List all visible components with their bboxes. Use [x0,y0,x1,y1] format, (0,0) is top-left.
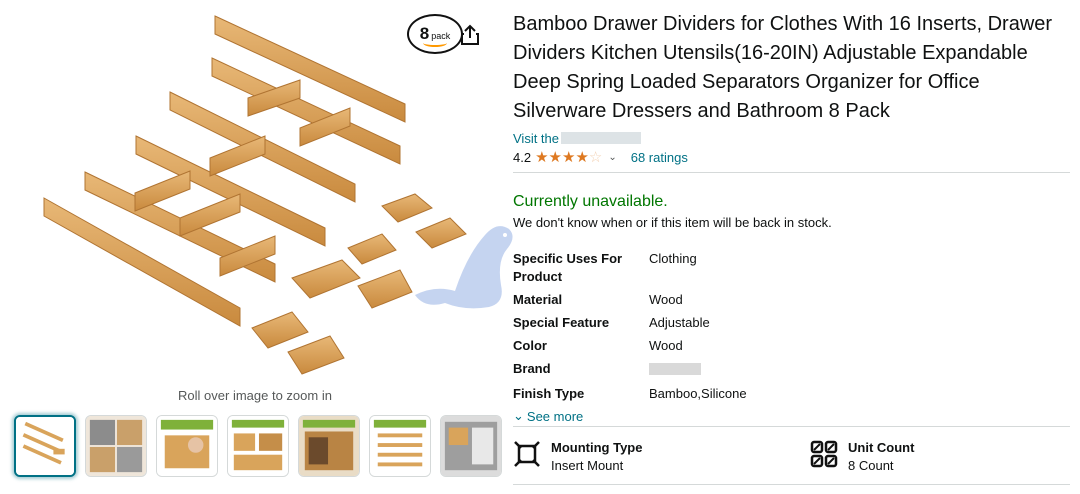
product-details: Bamboo Drawer Dividers for Clothes With … [513,10,1073,424]
divider [513,484,1070,485]
spec-value: Bamboo,Silicone [649,386,747,401]
image-gallery: 8 pack Roll over image to zoom in [0,0,502,494]
product-title: Bamboo Drawer Dividers for Clothes With … [513,13,1053,122]
zoom-hint: Roll over image to zoom in [178,388,332,403]
spec-key: Specific Uses For Product [513,251,623,284]
pack-badge-text: pack [431,31,451,41]
availability-status: Currently unavailable. [513,193,668,210]
brand-prefix: Visit the [513,130,560,146]
brand-store-link[interactable]: Visit the [513,130,1073,146]
pack-count-badge: 8 pack [407,14,463,54]
thumbnail-strip [14,415,502,477]
availability-message: We don't know when or if this item will … [513,215,832,230]
see-more-link[interactable]: ⌄ See more [513,408,1073,424]
star-empty-icon: ☆ [588,148,603,166]
mount-icon [514,441,540,467]
ratings-count-link[interactable]: 68 ratings [631,150,688,165]
spec-key: Material [513,292,563,307]
spec-key: Color [513,338,547,353]
spec-key: Special Feature [513,315,610,330]
spec-value: Clothing [649,251,697,266]
spec-key: Finish Type [513,386,585,401]
thumbnail-1[interactable] [14,415,76,477]
spec-key: Brand [513,361,551,376]
divider [513,172,1070,173]
spec-row: Brand [513,360,1073,380]
star-rating[interactable]: ★ ★ ★ ★ ☆ [535,150,602,165]
brand-name-redacted [561,132,642,144]
brand-value-redacted [649,363,701,375]
feature-label: Mounting Type [551,440,643,455]
divider [513,426,1070,427]
feature-mounting-type: Mounting Type Insert Mount [513,440,642,473]
spec-row: Special Feature Adjustable [513,314,1073,332]
spec-value [649,360,701,380]
rating-row: 4.2 ★ ★ ★ ★ ☆ ⌄ 68 ratings [513,148,1073,166]
spec-value: Adjustable [649,315,710,330]
star-full-icon: ★ [575,148,589,166]
feature-unit-count: Unit Count 8 Count [810,440,914,473]
feature-label: Unit Count [848,440,915,455]
unit-count-icon [810,440,838,468]
thumbnail-6[interactable] [369,415,431,477]
rating-value: 4.2 [513,149,532,165]
star-full-icon: ★ [535,148,549,166]
spec-row: Finish Type Bamboo,Silicone [513,385,1073,403]
spec-value: Wood [649,292,683,307]
main-product-image[interactable] [30,8,470,382]
thumbnail-3[interactable] [156,415,218,477]
spec-row: Specific Uses For Product Clothing [513,250,1073,286]
thumbnail-2[interactable] [85,415,147,477]
share-icon[interactable] [460,24,480,46]
thumbnail-4[interactable] [227,415,289,477]
feature-value: 8 Count [848,458,894,473]
thumbnail-5[interactable] [298,415,360,477]
spec-row: Material Wood [513,291,1073,309]
product-specs: Specific Uses For Product Clothing Mater… [513,250,1073,403]
feature-value: Insert Mount [551,458,624,473]
chevron-down-icon[interactable]: ⌄ [608,152,616,163]
star-full-icon: ★ [548,148,562,166]
pack-badge-number: 8 [419,24,430,43]
star-full-icon: ★ [561,148,576,166]
thumbnail-7[interactable] [440,415,502,477]
see-more-label: See more [526,408,584,424]
chevron-down-icon: ⌄ [513,408,524,423]
spec-row: Color Wood [513,337,1073,355]
spec-value: Wood [649,338,683,353]
